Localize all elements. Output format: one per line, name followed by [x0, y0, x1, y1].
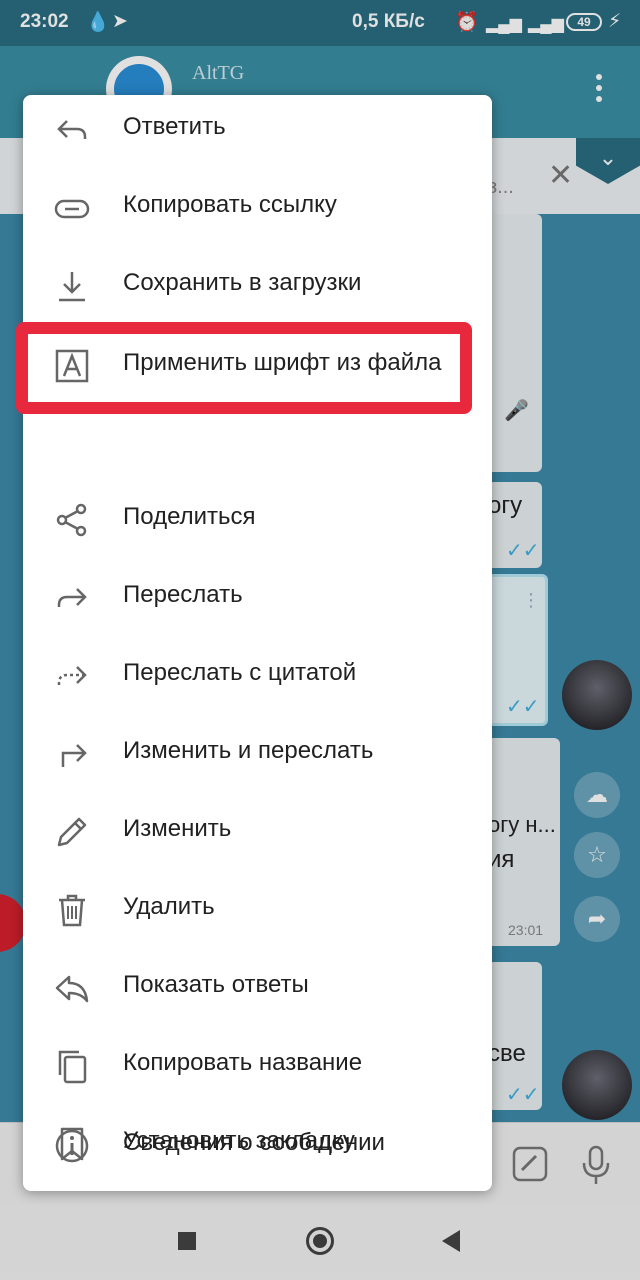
- menu-item-label: Показать ответы: [123, 971, 309, 998]
- menu-item-label: Изменить и переслать: [123, 737, 374, 764]
- menu-item-save-downloads[interactable]: Сохранить в загрузки: [23, 247, 492, 325]
- pencil-icon: [53, 813, 91, 851]
- replies-icon: [53, 969, 91, 1007]
- menu-item-show-replies[interactable]: Показать ответы: [23, 949, 492, 1027]
- menu-item-edit[interactable]: Изменить: [23, 793, 492, 871]
- menu-item-label: Копировать название: [123, 1049, 363, 1076]
- menu-item-message-info[interactable]: Сведения о сообщении: [23, 1107, 492, 1185]
- menu-item-label: Сохранить в загрузки: [123, 269, 362, 296]
- menu-item-label: Изменить: [123, 815, 232, 842]
- edit-forward-icon: [53, 735, 91, 773]
- menu-item-forward[interactable]: Переслать: [23, 559, 492, 637]
- menu-item-label: Сведения о сообщении: [123, 1129, 385, 1156]
- forward-quote-icon: [53, 657, 91, 695]
- font-icon: [53, 347, 91, 385]
- context-menu: Ответить Копировать ссылку Сохранить в з…: [23, 95, 492, 1191]
- menu-item-label: Копировать ссылку: [123, 191, 337, 218]
- menu-item-forward-quote[interactable]: Переслать с цитатой: [23, 637, 492, 715]
- share-icon: [53, 501, 91, 539]
- copy-icon: [53, 1047, 91, 1085]
- menu-item-copy-link[interactable]: Копировать ссылку: [23, 169, 492, 247]
- menu-item-copy-title[interactable]: Копировать название: [23, 1027, 492, 1105]
- trash-icon: [53, 891, 91, 929]
- menu-item-apply-font[interactable]: Применить шрифт из файла: [23, 327, 453, 405]
- menu-item-share[interactable]: Поделиться: [23, 481, 492, 559]
- menu-item-label: Применить шрифт из файла: [123, 349, 442, 376]
- download-icon: [53, 267, 91, 305]
- menu-item-label: Удалить: [123, 893, 215, 920]
- menu-item-label: Ответить: [123, 113, 226, 140]
- menu-item-reply[interactable]: Ответить: [23, 95, 492, 169]
- reply-icon: [53, 111, 91, 149]
- menu-item-edit-forward[interactable]: Изменить и переслать: [23, 715, 492, 793]
- forward-icon: [53, 579, 91, 617]
- menu-item-label: Поделиться: [123, 503, 256, 530]
- info-icon: [53, 1127, 91, 1165]
- link-icon: [53, 189, 91, 227]
- menu-item-label: Переслать: [123, 581, 243, 608]
- menu-item-label: Переслать с цитатой: [123, 659, 357, 686]
- menu-item-delete[interactable]: Удалить: [23, 871, 492, 949]
